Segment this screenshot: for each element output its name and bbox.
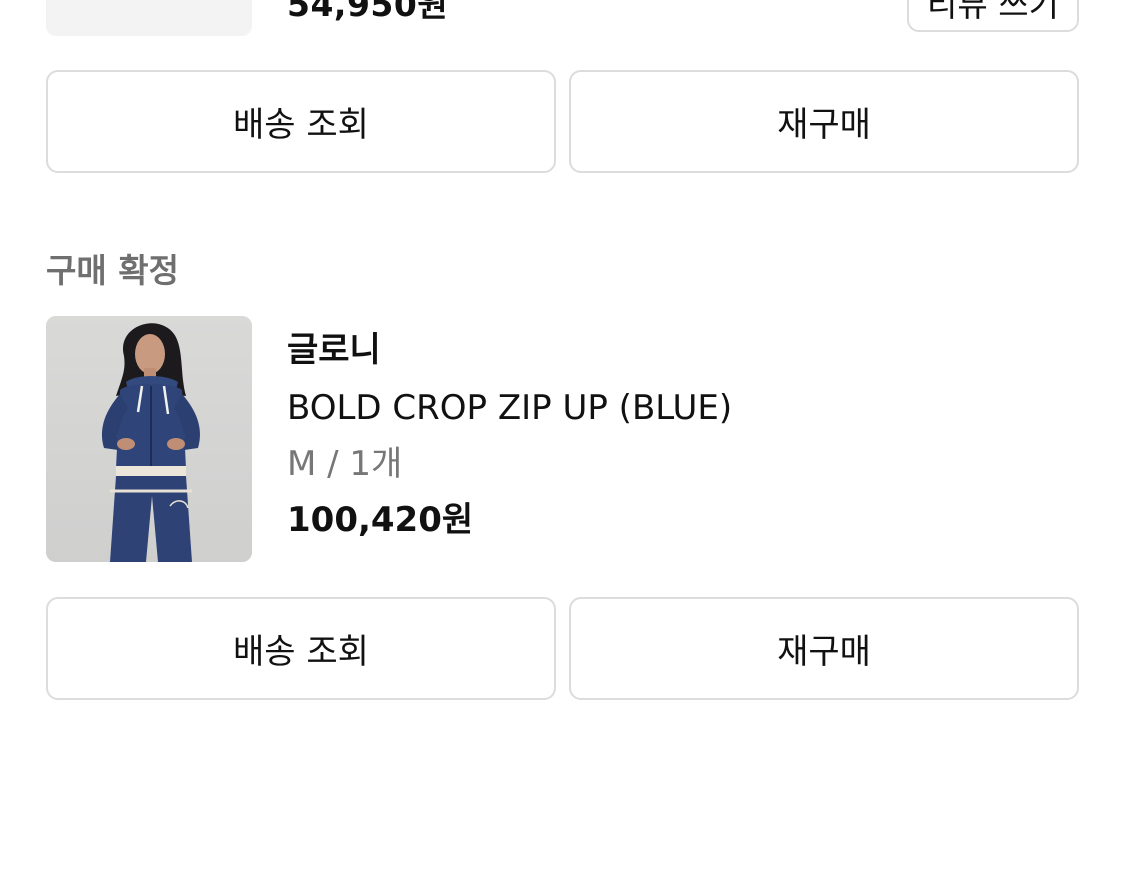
product-price: 100,420원	[287, 500, 474, 540]
product-option: M / 1개	[287, 444, 403, 484]
order-history-page: 54,950원 리뷰 쓰기 배송 조회 재구매 구매 확정 글로니 BOLD C…	[0, 0, 1125, 881]
previous-item-actions: 배송 조회 재구매	[46, 70, 1079, 173]
product-photo-illustration	[46, 316, 252, 562]
track-delivery-button[interactable]: 배송 조회	[46, 70, 556, 173]
previous-item-price: 54,950원	[287, 0, 449, 24]
order-status-label: 구매 확정	[46, 251, 179, 290]
order-actions: 배송 조회 재구매	[46, 597, 1079, 700]
reorder-button[interactable]: 재구매	[569, 70, 1079, 173]
write-review-button-label: 리뷰 쓰기	[927, 0, 1059, 24]
write-review-button[interactable]: 리뷰 쓰기	[907, 0, 1079, 32]
reorder-button[interactable]: 재구매	[569, 597, 1079, 700]
product-name[interactable]: BOLD CROP ZIP UP (BLUE)	[287, 384, 732, 432]
product-info: 글로니 BOLD CROP ZIP UP (BLUE) M / 1개 100,4…	[287, 326, 732, 544]
previous-item-thumbnail[interactable]	[46, 0, 252, 36]
product-image[interactable]	[46, 316, 252, 562]
product-brand[interactable]: 글로니	[287, 326, 732, 374]
track-delivery-button[interactable]: 배송 조회	[46, 597, 556, 700]
